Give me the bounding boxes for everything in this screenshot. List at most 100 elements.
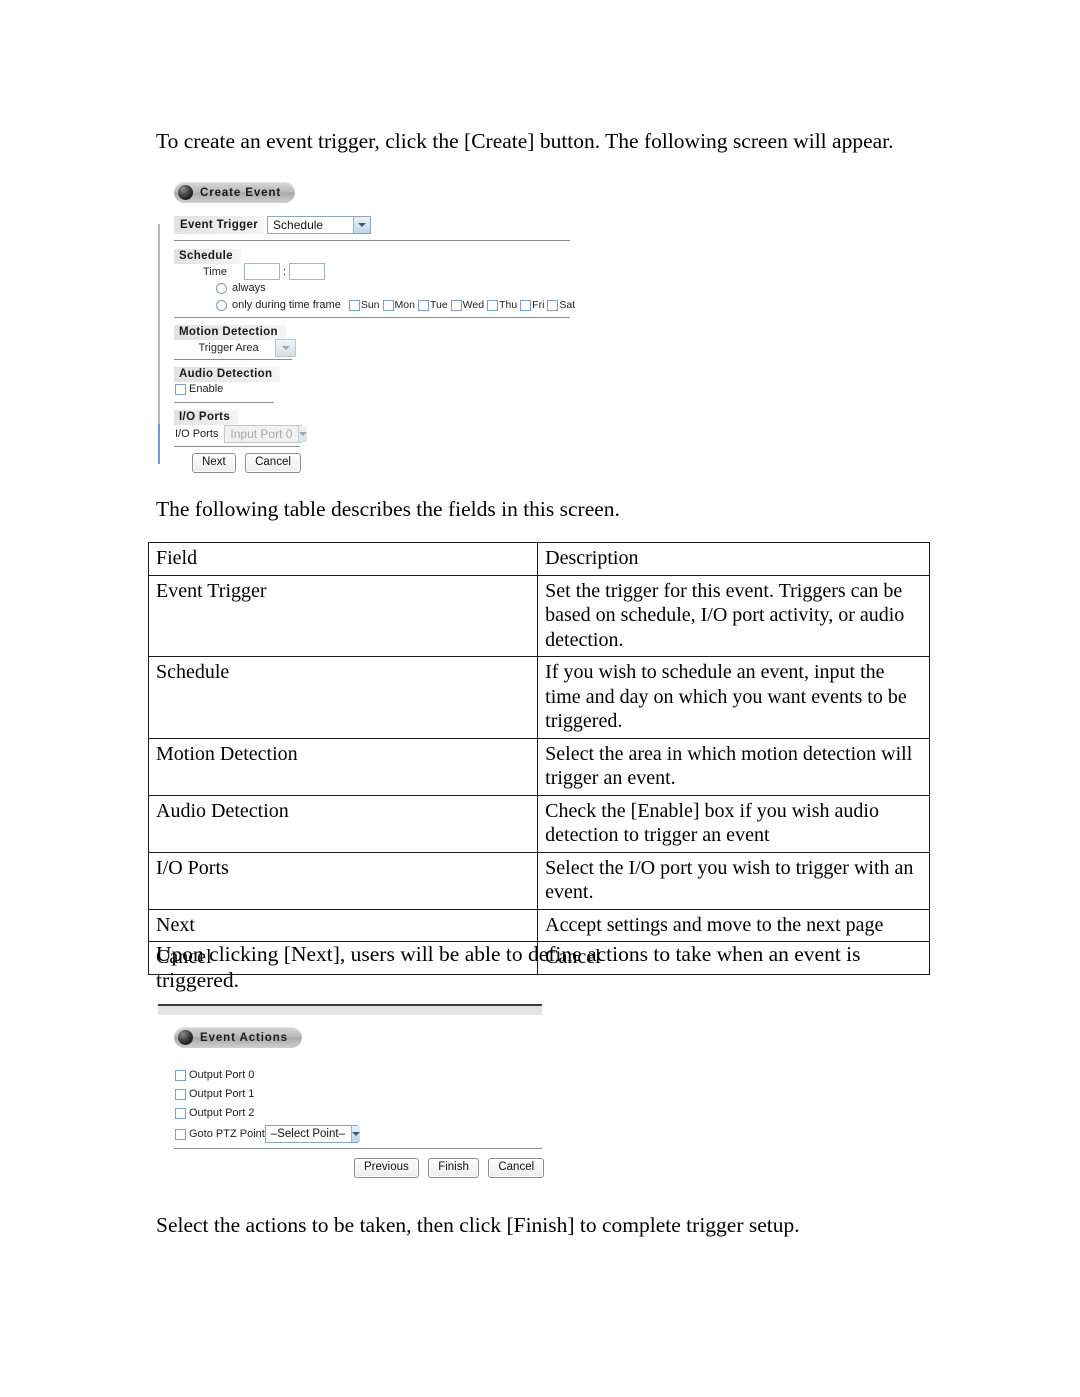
time-minute-input[interactable] xyxy=(289,263,326,280)
table-lead-paragraph: The following table describes the fields… xyxy=(156,497,620,521)
day-tue[interactable]: Tue xyxy=(417,299,448,311)
always-radio-label: always xyxy=(232,282,266,294)
always-radio[interactable] xyxy=(216,282,227,294)
panel-left-edge-bar-highlight xyxy=(158,424,160,464)
table-row: I/O Ports Select the I/O port you wish t… xyxy=(147,851,930,910)
previous-button[interactable]: Previous xyxy=(354,1158,419,1178)
output-port-1-checkbox[interactable] xyxy=(175,1088,186,1100)
create-event-tab-label: Create Event xyxy=(200,186,282,199)
ptz-point-select[interactable]: –Select Point– xyxy=(264,1125,360,1143)
event-trigger-select[interactable]: Schedule xyxy=(267,216,372,234)
trigger-area-label: Trigger Area xyxy=(198,342,259,354)
day-thu[interactable]: Thu xyxy=(487,299,517,311)
row-field: Audio Detection xyxy=(147,794,539,853)
io-ports-section-heading: I/O Ports xyxy=(174,410,239,425)
field-description-table: Field Description Event Trigger Set the … xyxy=(147,542,930,975)
time-hour-input[interactable] xyxy=(244,263,280,280)
document-page: To create an event trigger, click the [C… xyxy=(0,0,1080,1397)
header-field: Field xyxy=(147,542,539,576)
chevron-down-icon xyxy=(298,426,308,442)
next-paragraph: Upon clicking [Next], users will be able… xyxy=(156,942,866,992)
day-wed-checkbox[interactable] xyxy=(450,299,462,311)
io-ports-select-value: Input Port 0 xyxy=(230,427,293,441)
chevron-down-icon xyxy=(276,340,295,356)
schedule-section-heading: Schedule xyxy=(174,249,241,264)
row-description: Check the [Enable] box if you wish audio… xyxy=(537,794,930,853)
day-tue-checkbox[interactable] xyxy=(417,299,429,311)
time-label: Time xyxy=(202,265,228,278)
day-wed-label: Wed xyxy=(462,299,485,311)
audio-enable-checkbox[interactable] xyxy=(175,383,186,395)
goto-ptz-point-label: Goto PTZ Point xyxy=(189,1128,265,1140)
time-frame-radio[interactable] xyxy=(216,299,227,311)
table-header-row: Field Description xyxy=(147,542,930,576)
io-ports-label: I/O Ports xyxy=(175,428,219,440)
row-field: Event Trigger xyxy=(147,574,539,657)
next-button[interactable]: Next xyxy=(192,453,236,473)
day-sat[interactable]: Sat xyxy=(547,299,575,311)
row-field: I/O Ports xyxy=(147,851,539,910)
intro-paragraph: To create an event trigger, click the [C… xyxy=(156,129,894,153)
divider-after-schedule xyxy=(174,317,570,318)
ptz-point-select-value: –Select Point– xyxy=(270,1128,345,1140)
chevron-down-icon xyxy=(350,1126,360,1142)
finish-button[interactable]: Finish xyxy=(428,1158,479,1178)
sphere-icon xyxy=(178,185,193,200)
table-row: Motion Detection Select the area in whic… xyxy=(147,737,930,796)
day-thu-checkbox[interactable] xyxy=(487,299,499,311)
day-sun[interactable]: Sun xyxy=(348,299,380,311)
row-description: Select the I/O port you wish to trigger … xyxy=(537,851,930,910)
trigger-area-select[interactable] xyxy=(275,339,296,357)
panel-top-bar xyxy=(158,1004,542,1015)
day-sun-label: Sun xyxy=(360,299,380,311)
audio-detection-section-heading: Audio Detection xyxy=(174,367,281,382)
finish-paragraph: Select the actions to be taken, then cli… xyxy=(156,1213,800,1237)
row-field: Motion Detection xyxy=(147,737,539,796)
event-trigger-label: Event Trigger xyxy=(174,216,265,234)
day-sat-label: Sat xyxy=(559,299,576,311)
row-description: Set the trigger for this event. Triggers… xyxy=(537,574,930,657)
day-mon[interactable]: Mon xyxy=(382,299,415,311)
goto-ptz-point-checkbox[interactable] xyxy=(175,1128,186,1140)
create-event-tab[interactable]: Create Event xyxy=(174,182,296,203)
divider-after-motion-detection xyxy=(174,359,292,360)
day-wed[interactable]: Wed xyxy=(450,299,485,311)
event-actions-tab[interactable]: Event Actions xyxy=(174,1027,302,1048)
output-port-0-checkbox[interactable] xyxy=(175,1069,186,1081)
output-port-2-label: Output Port 2 xyxy=(189,1107,255,1119)
table-row: Audio Detection Check the [Enable] box i… xyxy=(147,794,930,853)
io-ports-select[interactable]: Input Port 0 xyxy=(224,425,308,443)
divider-before-buttons xyxy=(174,446,300,447)
row-description: Select the area in which motion detectio… xyxy=(537,737,930,796)
create-event-screenshot: Create Event Event Trigger Schedule Sche… xyxy=(156,178,586,478)
divider-after-event-trigger xyxy=(174,240,570,241)
chevron-down-icon xyxy=(353,217,371,233)
divider-before-action-buttons xyxy=(174,1148,542,1149)
audio-enable-label: Enable xyxy=(189,383,224,395)
divider-after-audio-detection xyxy=(174,402,274,403)
event-actions-cancel-button[interactable]: Cancel xyxy=(488,1158,545,1178)
day-fri[interactable]: Fri xyxy=(520,299,544,311)
day-mon-label: Mon xyxy=(394,299,415,311)
cancel-button[interactable]: Cancel xyxy=(245,453,301,473)
output-port-1-label: Output Port 1 xyxy=(189,1088,255,1100)
row-description: If you wish to schedule an event, input … xyxy=(537,656,930,739)
time-separator: : xyxy=(283,265,287,278)
table-row: Event Trigger Set the trigger for this e… xyxy=(147,574,930,657)
day-mon-checkbox[interactable] xyxy=(382,299,394,311)
day-tue-label: Tue xyxy=(429,299,448,311)
day-fri-checkbox[interactable] xyxy=(520,299,532,311)
table-row: Schedule If you wish to schedule an even… xyxy=(147,656,930,739)
day-sun-checkbox[interactable] xyxy=(348,299,360,311)
sphere-icon xyxy=(178,1030,193,1045)
day-fri-label: Fri xyxy=(532,299,545,311)
day-sat-checkbox[interactable] xyxy=(547,299,559,311)
row-field: Schedule xyxy=(147,656,539,739)
event-actions-screenshot: Event Actions Output Port 0 Output Port … xyxy=(156,1004,556,1199)
output-port-2-checkbox[interactable] xyxy=(175,1107,186,1119)
output-port-0-label: Output Port 0 xyxy=(189,1069,255,1081)
event-actions-tab-label: Event Actions xyxy=(200,1031,288,1044)
header-description: Description xyxy=(537,542,930,576)
event-trigger-select-value: Schedule xyxy=(273,218,324,232)
field-table-body: Field Description Event Trigger Set the … xyxy=(147,542,930,975)
